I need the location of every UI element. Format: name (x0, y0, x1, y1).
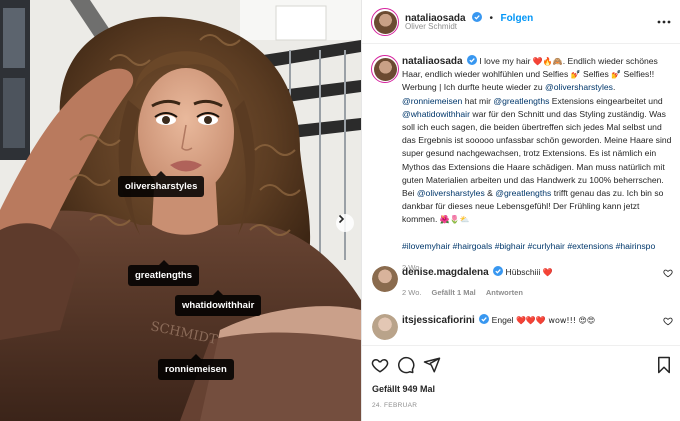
mention-oliversharstyles[interactable]: @oliversharstyles (545, 82, 613, 92)
caption-segment: & (484, 188, 493, 199)
emoji-nailpolish: 💅 (570, 70, 581, 80)
verified-icon (493, 266, 504, 276)
hashtag-curlyhair[interactable]: #curlyhair (528, 241, 565, 251)
comment-username[interactable]: denise.magdalena (402, 267, 489, 278)
hashtag-extensions[interactable]: #extensions (567, 241, 613, 251)
mention-oliversharstyles[interactable]: @oliversharstyles (417, 188, 485, 198)
photo-illustration: SCHMIDT (0, 0, 361, 421)
heart-icon[interactable] (663, 316, 673, 326)
post-header: nataliaosada • Folgen Oliver Schmidt (362, 0, 680, 44)
verified-icon (479, 314, 490, 324)
photo-tag-ronniemeisen[interactable]: ronniemeisen (158, 354, 234, 380)
caption-text: nataliaosada I love my hair ❤️🔥🙈. Endlic… (402, 55, 674, 274)
comment-age[interactable]: 2 Wo. (402, 288, 421, 297)
emoji-hearts: ❤️❤️❤️ wow!!! 😍😍 (515, 316, 596, 325)
bookmark-icon[interactable] (656, 356, 672, 374)
emoji-hearts: ❤️🔥🙈 (532, 57, 563, 66)
hashtag-hairgoals[interactable]: #hairgoals (453, 241, 493, 251)
mention-whatidowithhair[interactable]: @whatidowithhair (402, 109, 470, 119)
hashtag-ilovemyhair[interactable]: #ilovemyhair (402, 241, 450, 251)
mention-ronniemeisen[interactable]: @ronniemeisen (402, 96, 462, 106)
caption-segment: Extensions eingearbeitet und (549, 95, 663, 106)
post-photo[interactable]: SCHMIDT oliversharstyles greatlengths wh… (0, 0, 361, 421)
emoji-flowers: 🌺🌷⛅ (439, 215, 470, 225)
caption-segment: hat mir (462, 95, 491, 106)
heart-icon[interactable] (371, 356, 389, 374)
mention-greatlengths[interactable]: @greatlengths (493, 96, 549, 106)
post-actions: Gefällt 949 Mal 24. FEBRUAR (362, 345, 680, 421)
caption-segment: I love my hair (479, 56, 531, 66)
paper-plane-icon[interactable] (423, 356, 441, 374)
author-location[interactable]: Oliver Schmidt (405, 22, 457, 31)
photo-tag-whatidowithhair[interactable]: whatidowithhair (175, 290, 262, 316)
verified-icon (466, 55, 477, 65)
caption-segment: war für den Schnitt und das Styling zust… (402, 108, 672, 199)
caption-segment: Selfies (580, 69, 609, 80)
photo-tag-greatlengths[interactable]: greatlengths (128, 260, 200, 286)
comment-body: Engel (491, 315, 514, 325)
comment-text: denise.magdalena Hübschiii ❤️ (402, 266, 640, 279)
heart-icon[interactable] (663, 268, 673, 278)
header-separator: • (489, 13, 494, 24)
next-photo-button[interactable] (336, 214, 354, 232)
photo-tag-oliversharstyles[interactable]: oliversharstyles (118, 171, 205, 197)
caption-segment: . (612, 82, 616, 93)
reply-button[interactable]: Antworten (486, 288, 523, 297)
comment-icon[interactable] (397, 356, 415, 374)
follow-button[interactable]: Folgen (500, 13, 533, 24)
hashtag-hairinspo[interactable]: #hairinspo (616, 241, 656, 251)
commenter-avatar[interactable] (372, 314, 398, 340)
emoji-nailpolish: 💅 (611, 70, 622, 80)
caption-username[interactable]: nataliaosada (402, 56, 463, 67)
more-horizontal-icon[interactable] (656, 14, 672, 30)
comment-body: Hübschiii (505, 267, 541, 277)
comment-likes[interactable]: Gefällt 1 Mal (432, 288, 476, 297)
post-date: 24. FEBRUAR (372, 402, 418, 409)
commenter-avatar[interactable] (372, 266, 398, 292)
likes-count[interactable]: Gefällt 949 Mal (372, 384, 435, 394)
post-side-panel: nataliaosada • Folgen Oliver Schmidt nat… (361, 0, 680, 421)
comment-text: itsjessicafiorini Engel ❤️❤️❤️ wow!!! 😍😍 (402, 314, 640, 327)
post-caption: nataliaosada I love my hair ❤️🔥🙈. Endlic… (362, 44, 680, 272)
comment-meta: 2 Wo. Gefällt 1 Mal Antworten (402, 288, 531, 297)
hashtag-list: #ilovemyhair #hairgoals #bighair #curlyh… (402, 240, 674, 253)
author-avatar[interactable] (371, 8, 399, 36)
mention-greatlengths[interactable]: @greatlengths (495, 188, 551, 198)
caption-avatar[interactable] (371, 55, 399, 83)
emoji-heart: ❤️ (542, 268, 553, 277)
verified-icon (472, 12, 483, 22)
comment-username[interactable]: itsjessicafiorini (402, 315, 475, 326)
chevron-right-icon (338, 214, 345, 224)
hashtag-bighair[interactable]: #bighair (495, 241, 526, 251)
